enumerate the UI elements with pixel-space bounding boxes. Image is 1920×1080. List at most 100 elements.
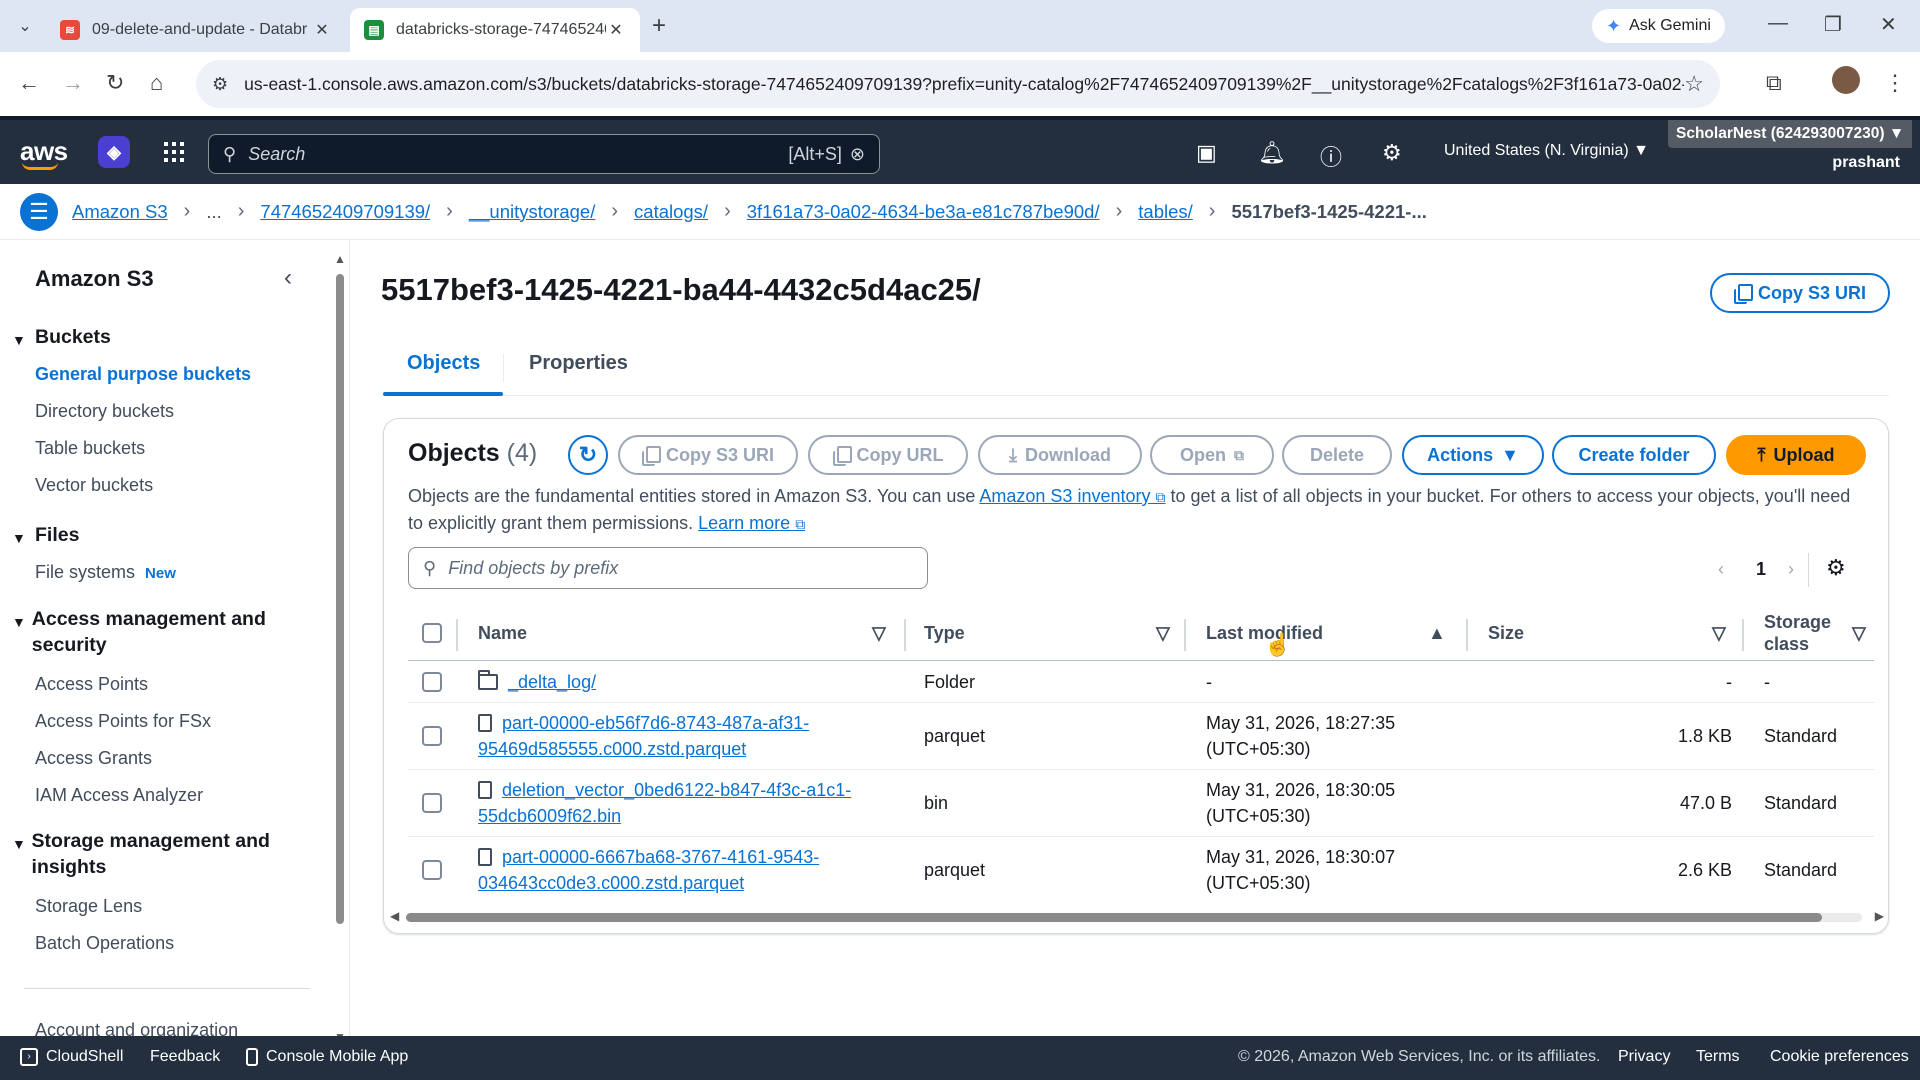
profile-avatar[interactable] — [1832, 66, 1860, 94]
sidebar-item-storage-lens[interactable]: Storage Lens — [35, 896, 142, 917]
column-header-name[interactable]: Name — [478, 605, 527, 661]
breadcrumb-account-id[interactable]: 7474652409709139/ — [260, 201, 430, 223]
scroll-left-icon[interactable]: ◀ — [390, 909, 399, 923]
s3-inventory-link[interactable]: Amazon S3 inventory ⧉ — [979, 486, 1165, 506]
create-folder-button[interactable]: Create folder — [1552, 435, 1716, 475]
scrollbar-thumb[interactable] — [406, 913, 1822, 922]
breadcrumb-catalogs[interactable]: catalogs/ — [634, 201, 708, 223]
object-link-continued[interactable]: 95469d585555.c000.zstd.parquet — [478, 739, 746, 759]
table-row[interactable]: deletion_vector_0bed6122-b847-4f3c-a1c1-… — [408, 770, 1874, 837]
object-link-continued[interactable]: 034643cc0de3.c000.zstd.parquet — [478, 873, 744, 893]
download-button[interactable]: ⤓ Download — [978, 435, 1142, 475]
table-preferences-gear-icon[interactable]: ⚙ — [1826, 555, 1846, 581]
home-icon[interactable]: ⌂ — [150, 70, 163, 96]
address-bar[interactable]: ⚙ us-east-1.console.aws.amazon.com/s3/bu… — [196, 60, 1720, 108]
scroll-up-icon[interactable]: ▲ — [334, 252, 346, 266]
close-tab-icon[interactable]: ✕ — [606, 20, 626, 40]
sidebar-section-buckets[interactable]: ▼ Buckets — [12, 324, 111, 353]
table-row[interactable]: part-00000-eb56f7d6-8743-487a-af31- 9546… — [408, 703, 1874, 770]
breadcrumb-ellipsis[interactable]: ... — [206, 201, 221, 223]
tab-objects[interactable]: Objects — [407, 352, 480, 375]
ask-gemini-button[interactable]: ✦ Ask Gemini — [1592, 9, 1725, 43]
breadcrumb-unitystorage[interactable]: __unitystorage/ — [469, 201, 596, 223]
breadcrumb-tables[interactable]: tables/ — [1138, 201, 1193, 223]
sort-icon[interactable]: ▽ — [1156, 605, 1170, 661]
column-header-size[interactable]: Size — [1488, 605, 1524, 661]
sidebar-section-access-management[interactable]: ▼ Access management and security — [12, 606, 302, 658]
column-header-type[interactable]: Type — [924, 605, 965, 661]
browser-menu-icon[interactable]: ⋮ — [1884, 70, 1906, 96]
learn-more-link[interactable]: Learn more ⧉ — [698, 513, 805, 533]
row-checkbox[interactable] — [422, 672, 442, 692]
close-tab-icon[interactable]: ✕ — [312, 20, 332, 40]
column-header-storage-class[interactable]: Storage class — [1764, 605, 1844, 661]
services-grid-icon[interactable] — [164, 142, 184, 162]
scroll-right-icon[interactable]: ▶ — [1875, 909, 1884, 923]
open-button[interactable]: Open ⧉ — [1150, 435, 1274, 475]
sidebar-item-file-systems[interactable]: File systems New — [35, 562, 176, 583]
sidebar-item-vector-buckets[interactable]: Vector buckets — [35, 475, 153, 496]
tab-search-chevron-icon[interactable]: ⌄ — [10, 10, 40, 42]
object-link-continued[interactable]: 55dcb6009f62.bin — [478, 806, 621, 826]
table-row[interactable]: _delta_log/ Folder - - - — [408, 661, 1874, 703]
copy-s3-uri-button[interactable]: Copy S3 URI — [618, 435, 798, 475]
service-shortcut-icon[interactable]: ◈ — [98, 136, 130, 168]
privacy-link[interactable]: Privacy — [1618, 1048, 1670, 1066]
upload-button[interactable]: ⤒ Upload — [1726, 435, 1866, 475]
sidebar-section-storage-management[interactable]: ▼ Storage management and insights — [12, 828, 302, 880]
object-name[interactable]: part-00000-eb56f7d6-8743-487a-af31- 9546… — [478, 710, 898, 762]
select-all-checkbox[interactable] — [422, 623, 442, 643]
find-objects-input[interactable]: ⚲ Find objects by prefix — [408, 547, 928, 589]
next-page-icon[interactable]: › — [1788, 559, 1794, 580]
cloudshell-footer-button[interactable]: › CloudShell — [20, 1048, 123, 1066]
cookie-preferences-link[interactable]: Cookie preferences — [1770, 1048, 1909, 1066]
sidebar-item-table-buckets[interactable]: Table buckets — [35, 438, 145, 459]
object-link[interactable]: part-00000-6667ba68-3767-4161-9543- — [502, 847, 819, 867]
sidebar-item-iam-access-analyzer[interactable]: IAM Access Analyzer — [35, 785, 203, 806]
restore-icon[interactable]: ❐ — [1824, 12, 1842, 37]
sidebar-item-access-points-fsx[interactable]: Access Points for FSx — [35, 711, 211, 732]
scrollbar-thumb[interactable] — [336, 274, 344, 924]
row-checkbox[interactable] — [422, 793, 442, 813]
sidebar-title[interactable]: Amazon S3 — [35, 266, 154, 292]
browser-tab-databricks[interactable]: ≋ 09-delete-and-update - Databr ✕ — [46, 8, 346, 52]
sidebar-item-batch-operations[interactable]: Batch Operations — [35, 933, 174, 954]
cloudshell-icon[interactable]: ▣ — [1196, 140, 1217, 166]
row-checkbox[interactable] — [422, 726, 442, 746]
sidebar-item-access-grants[interactable]: Access Grants — [35, 748, 152, 769]
sort-ascending-icon[interactable]: ▲ — [1428, 605, 1446, 661]
back-arrow-icon[interactable]: ← — [18, 70, 40, 96]
aws-search-input[interactable]: ⚲ Search [Alt+S] ⊗ — [208, 134, 880, 174]
row-checkbox[interactable] — [422, 860, 442, 880]
sidebar-item-general-purpose-buckets[interactable]: General purpose buckets — [35, 364, 251, 385]
terms-link[interactable]: Terms — [1696, 1048, 1740, 1066]
object-name[interactable]: part-00000-6667ba68-3767-4161-9543- 0346… — [478, 844, 898, 896]
refresh-button[interactable]: ↻ — [568, 435, 608, 475]
side-nav-toggle-icon[interactable]: ☰ — [20, 193, 58, 231]
previous-page-icon[interactable]: ‹ — [1718, 559, 1724, 580]
sort-icon[interactable]: ▽ — [1852, 605, 1866, 661]
table-row[interactable]: part-00000-6667ba68-3767-4161-9543- 0346… — [408, 837, 1874, 904]
aws-logo[interactable]: aws — [20, 136, 68, 170]
feedback-link[interactable]: Feedback — [150, 1048, 220, 1066]
sidebar-section-files[interactable]: ▼ Files — [12, 522, 79, 551]
close-window-icon[interactable]: ✕ — [1880, 12, 1897, 37]
tab-properties[interactable]: Properties — [529, 352, 628, 375]
copy-url-button[interactable]: Copy URL — [808, 435, 968, 475]
delete-button[interactable]: Delete — [1282, 435, 1392, 475]
sidebar-item-account-organization[interactable]: Account and organization — [35, 1020, 238, 1036]
sort-icon[interactable]: ▽ — [872, 605, 886, 661]
object-link[interactable]: part-00000-eb56f7d6-8743-487a-af31- — [502, 713, 809, 733]
close-sidebar-icon[interactable]: ‹ — [284, 264, 292, 292]
account-menu[interactable]: ScholarNest (624293007230) ▼ — [1668, 120, 1913, 148]
new-tab-icon[interactable]: + — [652, 12, 666, 40]
minimize-icon[interactable]: — — [1768, 12, 1788, 35]
object-link[interactable]: _delta_log/ — [508, 672, 596, 692]
settings-gear-icon[interactable]: ⚙ — [1382, 140, 1402, 166]
search-clear-icon[interactable]: ⊗ — [850, 144, 865, 165]
sidebar-item-access-points[interactable]: Access Points — [35, 674, 148, 695]
browser-tab-s3[interactable]: ▤ databricks-storage-7474652409 ✕ — [350, 8, 640, 52]
copy-s3-uri-header-button[interactable]: Copy S3 URI — [1710, 273, 1890, 313]
sidebar-item-directory-buckets[interactable]: Directory buckets — [35, 401, 174, 422]
breadcrumb-amazon-s3[interactable]: Amazon S3 — [72, 201, 168, 223]
